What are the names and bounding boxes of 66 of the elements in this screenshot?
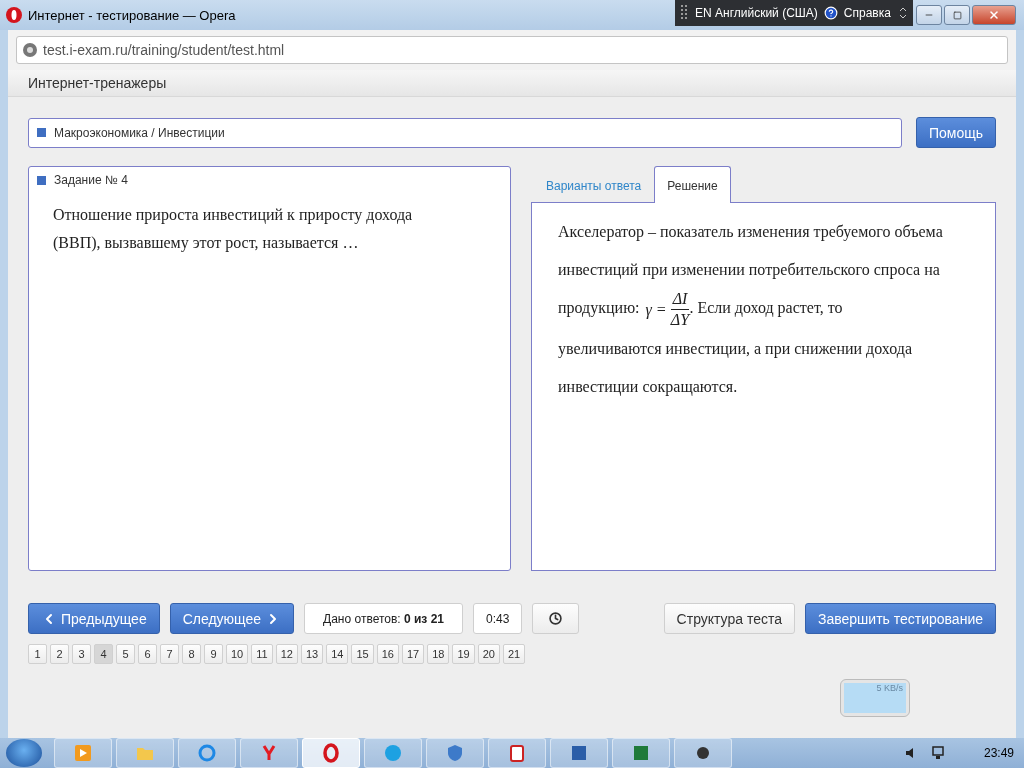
maximize-icon: [952, 10, 962, 20]
media-player-icon: [73, 743, 93, 763]
page-number-button[interactable]: 19: [452, 644, 475, 664]
square-icon: [37, 128, 46, 137]
browser-logo-icon: [6, 7, 22, 23]
start-button[interactable]: [6, 739, 42, 767]
network-icon[interactable]: [929, 745, 946, 761]
page-number-button[interactable]: 12: [275, 644, 298, 664]
page-number-button[interactable]: 2: [50, 644, 69, 664]
window-title: Интернет - тестирование — Opera: [28, 7, 236, 23]
address-field[interactable]: test.i-exam.ru/training/student/test.html: [16, 36, 1008, 64]
page-number-button[interactable]: 14: [326, 644, 349, 664]
next-button[interactable]: Следующее: [169, 603, 295, 634]
page-number-button[interactable]: 9: [204, 644, 223, 664]
page-number-button[interactable]: 15: [351, 644, 374, 664]
taskbar-button[interactable]: [612, 738, 670, 768]
tab[interactable]: Варианты ответа: [533, 166, 655, 203]
browser-icon: [321, 743, 341, 763]
page-number-button[interactable]: 16: [376, 644, 399, 664]
help-icon: [823, 6, 838, 20]
options-arrows-icon[interactable]: [899, 5, 907, 21]
page-number-button[interactable]: 13: [300, 644, 324, 664]
help-button[interactable]: Помощь: [915, 117, 996, 148]
minimize-button[interactable]: [916, 5, 942, 25]
finish-button[interactable]: Завершить тестирование: [805, 603, 996, 634]
page-number-button[interactable]: 20: [477, 644, 500, 664]
answered-counter: Дано ответов: 0 из 21: [304, 603, 463, 634]
clock-button[interactable]: [532, 603, 580, 634]
document-icon: [569, 743, 589, 763]
square-icon: [37, 175, 46, 185]
page-number-button[interactable]: 21: [502, 644, 526, 664]
page-number-button[interactable]: 10: [226, 644, 249, 664]
timer: 0:43: [473, 603, 523, 634]
task-title: Задание № 4: [54, 173, 128, 187]
taskbar-button[interactable]: [674, 738, 732, 768]
breadcrumb-text: Макроэкономика / Инвестиции: [54, 125, 225, 140]
spreadsheet-icon: [631, 743, 651, 763]
tab[interactable]: Решение: [654, 166, 731, 203]
site-title: Интернет-тренажеры: [28, 75, 167, 91]
network-speed: 5 KB/s: [876, 683, 903, 693]
page-number-button[interactable]: 4: [94, 644, 113, 664]
language-indicator[interactable]: EN Английский (США): [695, 6, 818, 20]
clock: 23:49: [983, 746, 1014, 760]
close-icon: [988, 9, 1000, 21]
previous-button[interactable]: Предыдущее: [28, 603, 160, 634]
grip-icon: [681, 5, 689, 21]
taskbar-button[interactable]: [302, 738, 360, 768]
question-text: Отношение прироста инвестиций к приросту дохода (ВВП), вызвавшему этот рост, называется …: [53, 205, 414, 254]
page-number-button[interactable]: 6: [138, 644, 157, 664]
page-number-button[interactable]: 3: [72, 644, 91, 664]
site-info-icon[interactable]: [23, 43, 37, 57]
shield-icon: [445, 743, 465, 763]
clock-icon: [549, 612, 563, 625]
test-structure-button[interactable]: Структура теста: [663, 603, 795, 634]
taskbar-button[interactable]: [550, 738, 608, 768]
page-number-button[interactable]: 17: [401, 644, 425, 664]
maximize-button[interactable]: [944, 5, 970, 25]
page-number-button[interactable]: 8: [182, 644, 201, 664]
taskbar-button[interactable]: [488, 738, 546, 768]
help-link[interactable]: Справка: [843, 6, 891, 20]
page-number-button[interactable]: 5: [116, 644, 135, 664]
page-number-button[interactable]: 11: [251, 644, 273, 664]
page-number-button[interactable]: 7: [160, 644, 179, 664]
close-button[interactable]: [972, 5, 1016, 25]
page-number-button[interactable]: 1: [28, 644, 47, 664]
page-number-button[interactable]: 18: [427, 644, 450, 664]
